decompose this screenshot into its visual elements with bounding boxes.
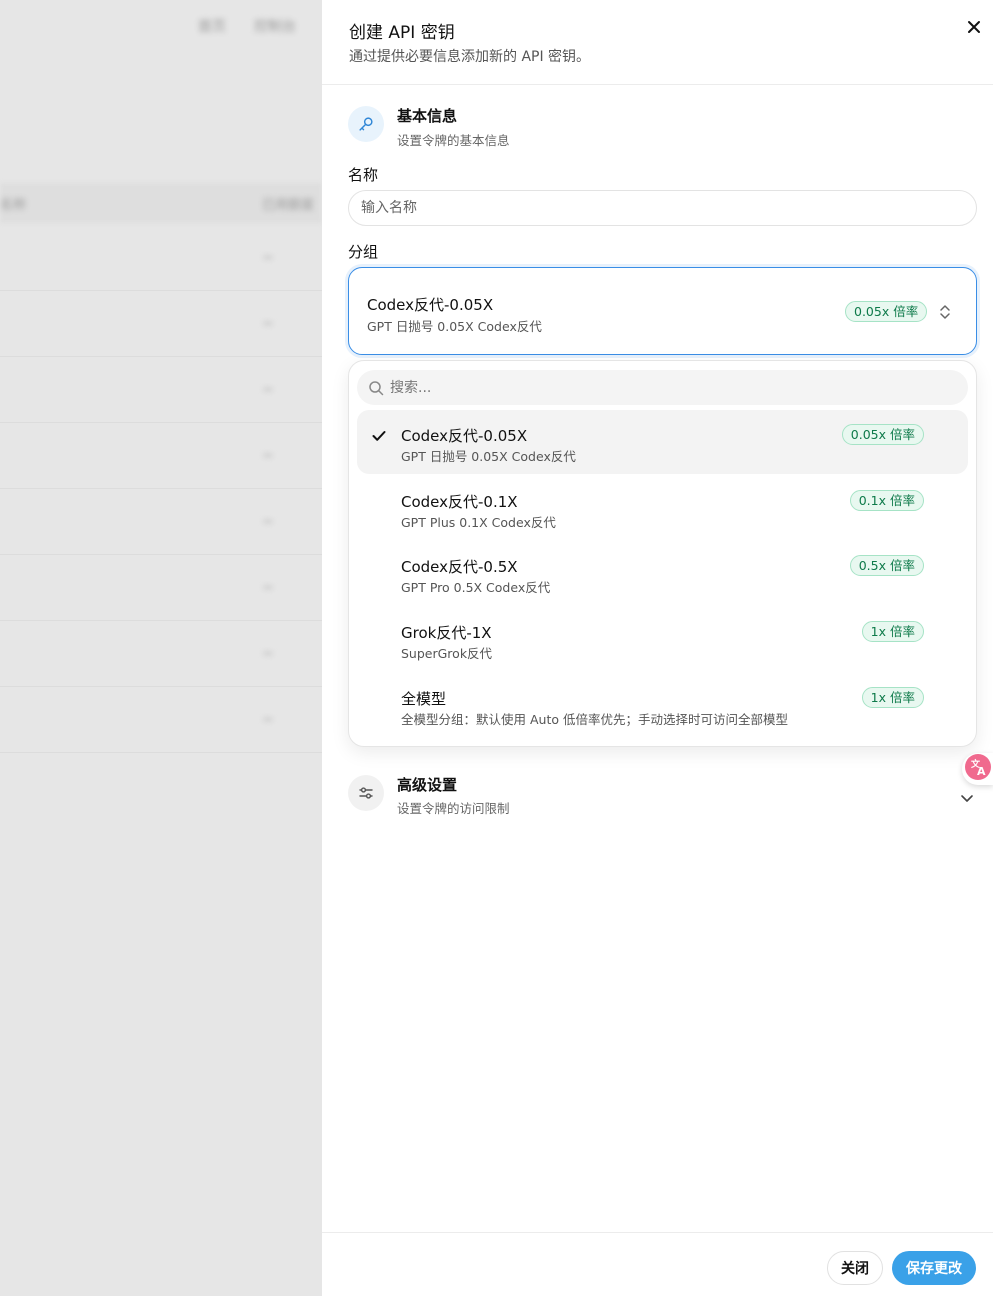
option-desc: SuperGrok反代 [401,646,493,661]
translate-icon: 文A [964,753,992,785]
option-desc: GPT 日抛号 0.05X Codex反代 [401,449,576,464]
dropdown-search [357,370,968,405]
drawer-footer: 关闭 保存更改 [322,1232,993,1296]
advanced-section-subtitle: 设置令牌的访问限制 [397,801,510,816]
key-icon [348,106,384,142]
drawer-header: 创建 API 密钥 通过提供必要信息添加新的 API 密钥。 [322,0,993,85]
table-divider [0,422,322,423]
check-icon [372,427,386,446]
translate-button[interactable]: 文A [962,753,993,785]
group-option[interactable]: Grok反代-1X SuperGrok反代 1x 倍率 [357,608,968,672]
group-option[interactable]: Codex反代-0.05X GPT 日抛号 0.05X Codex反代 0.05… [357,410,968,474]
option-desc: GPT Plus 0.1X Codex反代 [401,515,556,530]
option-title: Grok反代-1X [401,624,492,642]
name-input[interactable] [348,190,977,226]
option-desc: GPT Pro 0.5X Codex反代 [401,580,551,595]
basic-section-subtitle: 设置令牌的基本信息 [397,133,510,148]
group-option[interactable]: Codex反代-0.5X GPT Pro 0.5X Codex反代 0.5x 倍… [357,542,968,606]
table-divider [0,752,322,753]
option-desc: 全模型分组：默认使用 Auto 低倍率优先；手动选择时可访问全部模型 [401,712,788,727]
table-cell: ~ [262,316,274,332]
table-divider [0,620,322,621]
option-title: Codex反代-0.05X [401,427,528,445]
table-cell: ~ [262,250,274,266]
search-icon [368,380,384,400]
table-divider [0,488,322,489]
save-button[interactable]: 保存更改 [892,1251,976,1285]
option-title: Codex反代-0.5X [401,558,518,576]
header-link-home: 首页 [198,19,226,35]
close-icon[interactable] [963,16,985,38]
close-button[interactable]: 关闭 [827,1251,883,1285]
option-badge: 0.1x 倍率 [849,490,924,511]
table-cell: ~ [262,382,274,398]
sliders-icon [348,775,384,811]
chevron-down-icon[interactable] [960,789,974,808]
option-title: 全模型 [401,690,447,708]
drawer-title: 创建 API 密钥 [349,23,455,43]
advanced-settings-section[interactable]: 高级设置 设置令牌的访问限制 [322,770,993,820]
header-link-console: 控制台 [254,19,296,35]
table-divider [0,356,322,357]
option-badge: 0.05x 倍率 [841,424,924,445]
dropdown-search-input[interactable] [390,370,950,405]
name-label: 名称 [348,166,379,184]
option-badge: 0.5x 倍率 [849,555,924,576]
group-dropdown: Codex反代-0.05X GPT 日抛号 0.05X Codex反代 0.05… [348,360,977,747]
table-cell: ~ [262,712,274,728]
group-option[interactable]: 全模型 全模型分组：默认使用 Auto 低倍率优先；手动选择时可访问全部模型 1… [357,674,968,738]
table-header-used: 已用额度 [262,198,315,213]
group-select[interactable]: Codex反代-0.05X GPT 日抛号 0.05X Codex反代 0.05… [348,267,977,355]
group-selected-desc: GPT 日抛号 0.05X Codex反代 [367,319,542,334]
option-title: Codex反代-0.1X [401,493,518,511]
table-divider [0,290,322,291]
basic-section-title: 基本信息 [397,107,458,125]
background-page: 首页 控制台 名称 已用额度 ~ ~ ~ ~ ~ ~ ~ ~ [0,0,322,1296]
group-label: 分组 [348,243,379,261]
table-divider [0,554,322,555]
drawer-subtitle: 通过提供必要信息添加新的 API 密钥。 [349,49,591,65]
table-cell: ~ [262,646,274,662]
table-cell: ~ [262,514,274,530]
group-option[interactable]: Codex反代-0.1X GPT Plus 0.1X Codex反代 0.1x … [357,476,968,540]
table-cell: ~ [262,580,274,596]
create-api-key-drawer: 创建 API 密钥 通过提供必要信息添加新的 API 密钥。 基本信息 设置令牌… [322,0,993,1296]
table-divider [0,686,322,687]
option-badge: 1x 倍率 [861,621,924,642]
svg-text:A: A [977,765,986,778]
group-selected-badge: 0.05x 倍率 [845,301,928,322]
group-selected-title: Codex反代-0.05X [367,296,494,314]
table-cell: ~ [262,448,274,464]
table-header-name: 名称 [0,198,27,213]
chevron-up-down-icon [939,303,951,325]
advanced-section-title: 高级设置 [397,776,458,794]
option-badge: 1x 倍率 [861,687,924,708]
